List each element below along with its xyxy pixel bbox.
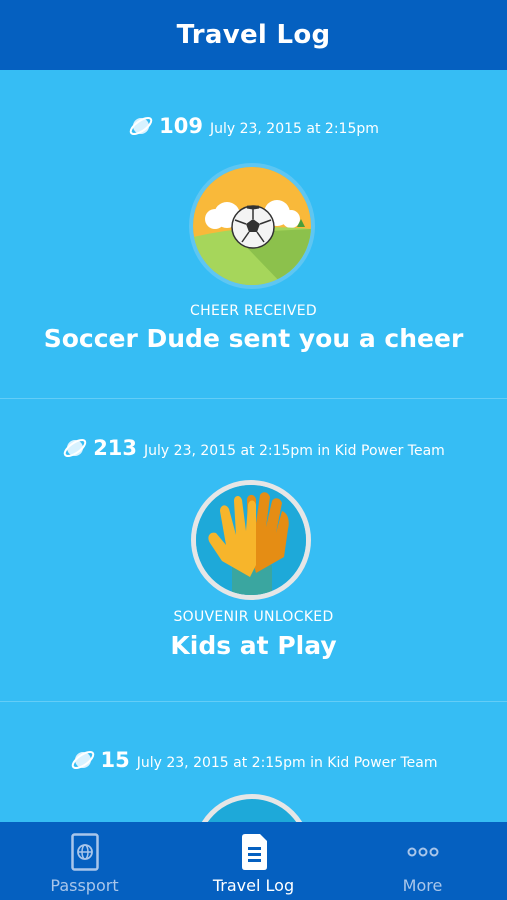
tab-label: Passport bbox=[50, 876, 119, 895]
entry-date: July 23, 2015 at 2:15pm in Kid Power Tea… bbox=[144, 443, 445, 459]
entry-kicker: CHEER RECEIVED bbox=[190, 303, 317, 319]
travel-log-icon bbox=[241, 834, 267, 870]
points-value: 109 bbox=[159, 114, 203, 138]
tab-label: Travel Log bbox=[212, 876, 295, 895]
power-orb-icon bbox=[71, 750, 94, 770]
points-value: 15 bbox=[100, 748, 130, 772]
tab-label: More bbox=[402, 876, 443, 895]
high-five-icon bbox=[191, 480, 311, 600]
entry-meta: 109 July 23, 2015 at 2:15pm bbox=[0, 114, 507, 138]
entry-headline: Soccer Dude sent you a cheer bbox=[43, 324, 464, 353]
travel-log-feed[interactable]: 109 July 23, 2015 at 2:15pm CHEER RECEIV… bbox=[0, 70, 507, 822]
more-dots-icon bbox=[407, 847, 438, 857]
log-entry[interactable]: 15 July 23, 2015 at 2:15pm in Kid Power … bbox=[0, 702, 507, 822]
soccer-ball-icon bbox=[189, 163, 315, 289]
tab-more[interactable]: More bbox=[338, 822, 507, 900]
entry-headline: Kids at Play bbox=[170, 631, 337, 660]
tab-passport[interactable]: Passport bbox=[0, 822, 169, 900]
entry-meta: 15 July 23, 2015 at 2:15pm in Kid Power … bbox=[0, 748, 507, 772]
entry-date: July 23, 2015 at 2:15pm bbox=[209, 121, 379, 137]
entry-meta: 213 July 23, 2015 at 2:15pm in Kid Power… bbox=[0, 436, 507, 460]
log-entry[interactable]: 109 July 23, 2015 at 2:15pm CHEER RECEIV… bbox=[0, 70, 507, 399]
points-value: 213 bbox=[93, 436, 138, 460]
bottom-tab-bar: Passport Travel Log More bbox=[0, 822, 507, 900]
power-orb-icon bbox=[63, 438, 87, 458]
app-header: Travel Log bbox=[0, 0, 507, 70]
entry-kicker: SOUVENIR UNLOCKED bbox=[173, 609, 334, 625]
tab-travel-log[interactable]: Travel Log bbox=[169, 822, 338, 900]
entry-badge bbox=[193, 794, 311, 822]
page-title: Travel Log bbox=[176, 20, 331, 50]
power-orb-icon bbox=[129, 116, 153, 136]
log-entry[interactable]: 213 July 23, 2015 at 2:15pm in Kid Power… bbox=[0, 399, 507, 702]
passport-icon bbox=[70, 833, 99, 871]
entry-date: July 23, 2015 at 2:15pm in Kid Power Tea… bbox=[136, 755, 438, 771]
